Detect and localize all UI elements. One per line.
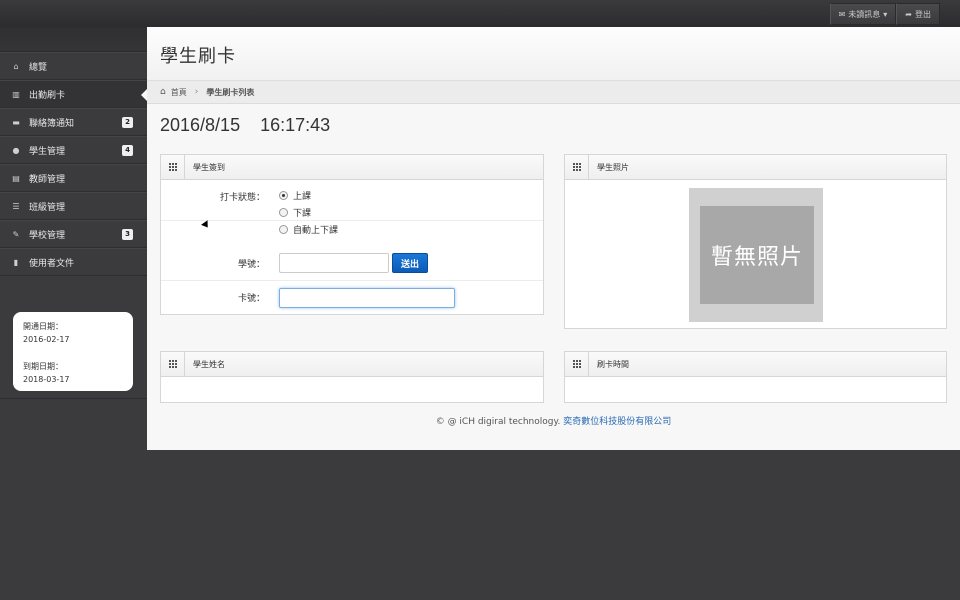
panel-title: 學生照片 [597,162,629,172]
sidebar-item-label: 出勤刷卡 [29,90,66,101]
panel-title: 學生姓名 [193,359,225,369]
grid-icon [572,360,581,368]
footer-text: © @ iCH digiral technology. [435,417,561,427]
current-datetime: 2016/8/15 16:17:43 [160,115,330,136]
radio-button[interactable] [279,208,288,217]
panel-header: 學生姓名 [161,352,543,377]
expire-date-value: 2018-03-17 [23,375,70,384]
status-radio-group: 上課 下課 自動上下課 [279,187,338,238]
status-row: 打卡狀態： 上課 下課 自動上下課 [161,183,543,236]
account-dates-box: 開通日期： 2016-02-17 到期日期： 2018-03-17 [13,312,133,391]
sidebar-item-user-docs[interactable]: ▮ 使用者文件 [0,248,147,276]
current-date: 2016/8/15 [160,115,241,135]
caret-down-icon: ▾ [883,9,888,19]
student-id-input[interactable] [279,253,389,273]
photo-placeholder: 暫無照片 [700,206,814,304]
status-label: 打卡狀態： [219,193,265,203]
sidebar-nav: ⌂ 總覽 ▥ 出勤刷卡 ▬ 聯絡簿通知 2 ● 學生管理 4 ▤ 教師管理 ☰ … [0,52,147,276]
panel-title: 學生簽到 [193,162,225,172]
radio-class-start[interactable]: 上課 [279,187,338,204]
logout-label: 登出 [915,9,931,19]
wrench-icon: ✎ [12,229,20,239]
panel-header: 學生簽到 [161,155,543,180]
main-content: 學生刷卡 ⌂ 首頁 › 學生刷卡列表 2016/8/15 16:17:43 學生簽… [147,27,960,450]
sidebar-item-label: 班級管理 [29,202,66,213]
card-row: 卡號： [161,281,543,314]
checkin-panel: 學生簽到 打卡狀態： 上課 下課 自動上下課 學號： 送出 卡號： [160,154,544,315]
radio-label: 自動上下課 [293,226,339,236]
sidebar-divider [0,398,147,399]
logout-button[interactable]: ➦ 登出 [896,3,940,25]
radio-label: 下課 [293,209,312,219]
radio-button[interactable] [279,225,288,234]
panel-header: 刷卡時間 [565,352,946,377]
chevron-right-icon: › [194,87,199,97]
student-id-row: 學號： 送出 [161,246,543,281]
radio-label: 上課 [293,192,312,202]
home-icon: ⌂ [160,87,166,97]
radio-button[interactable] [279,191,288,200]
grid-icon [168,360,177,368]
notification-badge: 4 [122,145,133,156]
grid-icon [572,163,581,171]
unread-messages-label: 未讀訊息 [848,9,881,19]
card-number-input[interactable] [279,287,455,308]
student-name-panel: 學生姓名 [160,351,544,403]
sidebar-item-label: 聯絡簿通知 [29,118,75,129]
sidebar-item-label: 總覽 [29,62,48,73]
top-nav: ✉ 未讀訊息 ▾ ➦ 登出 [829,3,940,25]
list-icon: ☰ [12,201,20,211]
panel-title: 刷卡時間 [597,359,629,369]
breadcrumb-home-link[interactable]: 首頁 [171,87,187,98]
open-date-value: 2016-02-17 [23,335,70,344]
sidebar: ⌂ 總覽 ▥ 出勤刷卡 ▬ 聯絡簿通知 2 ● 學生管理 4 ▤ 教師管理 ☰ … [0,27,147,600]
sidebar-item-label: 學生管理 [29,146,66,157]
share-icon: ➦ [905,9,912,19]
sidebar-item-teachers[interactable]: ▤ 教師管理 [0,164,147,192]
company-link[interactable]: 奕奇數位科技股份有限公司 [563,417,671,427]
current-time: 16:17:43 [260,115,331,135]
sidebar-item-classes[interactable]: ☰ 班級管理 [0,192,147,220]
sidebar-item-overview[interactable]: ⌂ 總覽 [0,52,147,80]
swipe-time-panel: 刷卡時間 [564,351,947,403]
unread-messages-button[interactable]: ✉ 未讀訊息 ▾ [829,3,897,25]
breadcrumb: ⌂ 首頁 › 學生刷卡列表 [147,81,960,104]
radio-class-end[interactable]: 下課 [279,204,338,221]
notification-badge: 2 [122,117,133,128]
page-header: 學生刷卡 [147,27,960,81]
sidebar-header [0,27,147,52]
panel-header: 學生照片 [565,155,946,180]
home-icon: ⌂ [13,61,19,71]
user-icon: ● [12,145,20,155]
comment-icon: ▬ [12,117,20,127]
sidebar-item-label: 教師管理 [29,174,66,185]
student-id-label: 學號： [237,259,265,270]
grid-icon [168,163,177,171]
expire-date-label: 到期日期： [23,362,63,371]
top-bar: ✉ 未讀訊息 ▾ ➦ 登出 [0,0,960,27]
breadcrumb-current: 學生刷卡列表 [206,87,255,97]
sidebar-item-attendance[interactable]: ▥ 出勤刷卡 [0,80,147,108]
sidebar-item-school[interactable]: ✎ 學校管理 3 [0,220,147,248]
submit-button[interactable]: 送出 [392,253,429,273]
envelope-icon: ✉ [838,9,846,19]
sidebar-item-label: 學校管理 [29,230,66,241]
card-label: 卡號： [237,294,265,304]
sidebar-item-label: 使用者文件 [29,258,75,269]
barcode-icon: ▥ [12,89,20,99]
file-icon: ▮ [13,257,19,267]
sidebar-item-contact-book[interactable]: ▬ 聯絡簿通知 2 [0,108,147,136]
sidebar-item-students[interactable]: ● 學生管理 4 [0,136,147,164]
student-photo-panel: 學生照片 暫無照片 [564,154,947,329]
open-date-label: 開通日期： [23,322,63,331]
page-title: 學生刷卡 [160,46,236,67]
footer: © @ iCH digiral technology. 奕奇數位科技股份有限公司 [147,414,960,427]
student-photo: 暫無照片 [689,188,823,322]
briefcase-icon: ▤ [12,173,20,183]
radio-auto[interactable]: 自動上下課 [279,221,338,238]
notification-badge: 3 [122,229,133,240]
